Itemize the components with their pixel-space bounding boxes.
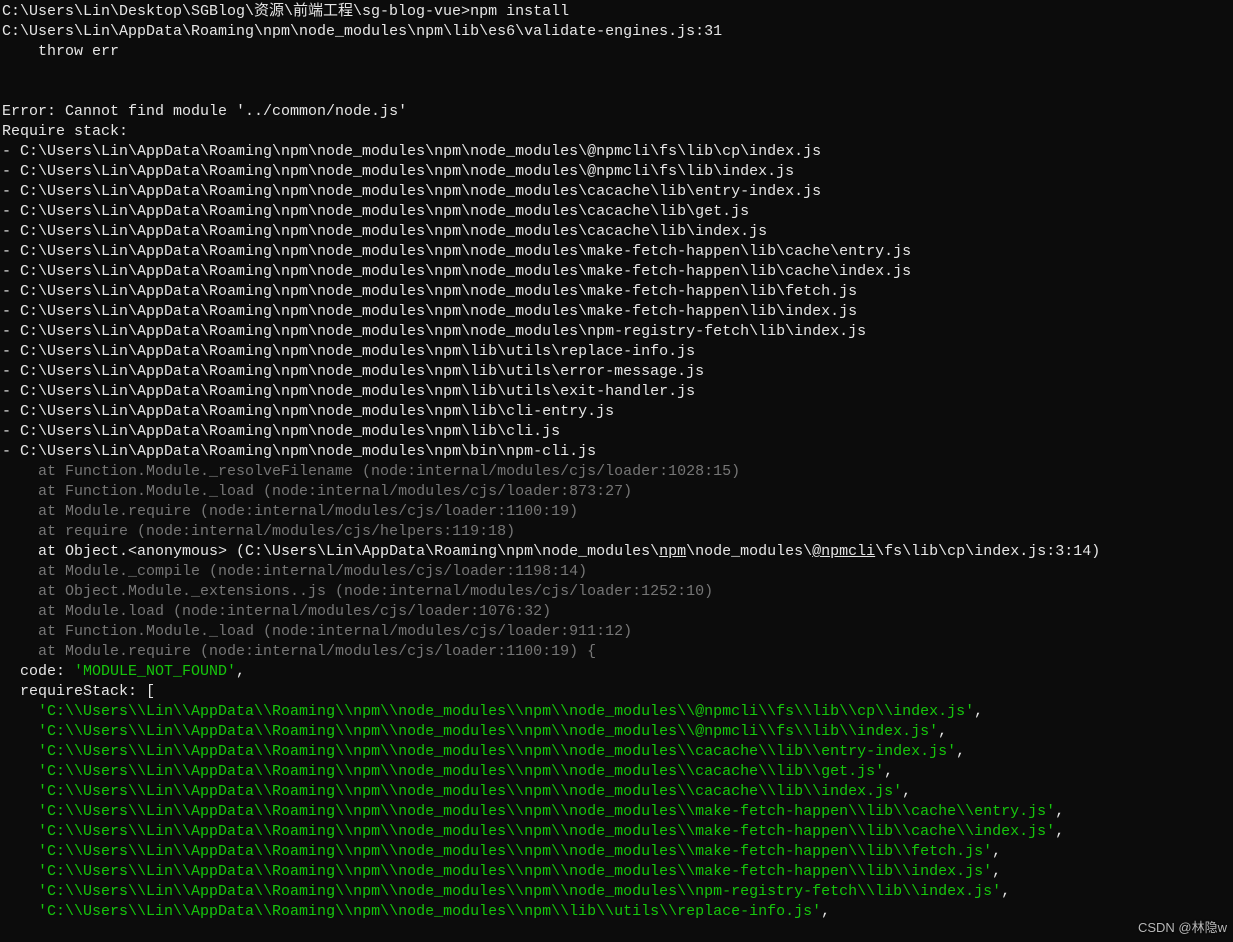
trace-line: at Module.require (node:internal/modules… [2,503,578,520]
require-stack-item: 'C:\\Users\\Lin\\AppData\\Roaming\\npm\\… [2,883,1010,900]
npmcli-link[interactable]: @npmcli [812,543,875,560]
stack-file: - C:\Users\Lin\AppData\Roaming\npm\node_… [2,223,767,240]
stack-file: - C:\Users\Lin\AppData\Roaming\npm\node_… [2,303,857,320]
require-stack-item: 'C:\\Users\\Lin\\AppData\\Roaming\\npm\\… [2,763,893,780]
trace-anonymous-line: at Object.<anonymous> (C:\Users\Lin\AppD… [2,543,1100,560]
prompt-line: C:\Users\Lin\Desktop\SGBlog\资源\前端工程\sg-b… [2,3,569,20]
require-stack-item: 'C:\\Users\\Lin\\AppData\\Roaming\\npm\\… [2,863,1001,880]
require-stack-header: Require stack: [2,123,128,140]
stack-file: - C:\Users\Lin\AppData\Roaming\npm\node_… [2,283,857,300]
trace-line: at Object.Module._extensions..js (node:i… [2,583,713,600]
require-stack-item: 'C:\\Users\\Lin\\AppData\\Roaming\\npm\\… [2,783,911,800]
code-line: code: 'MODULE_NOT_FOUND', [2,663,245,680]
stack-file: - C:\Users\Lin\AppData\Roaming\npm\node_… [2,143,821,160]
throw-line: throw err [2,43,119,60]
trace-line: at Function.Module._load (node:internal/… [2,483,632,500]
trace-line: at require (node:internal/modules/cjs/he… [2,523,515,540]
trace-line: at Function.Module._load (node:internal/… [2,623,632,640]
stack-file: - C:\Users\Lin\AppData\Roaming\npm\node_… [2,343,695,360]
engine-path-line: C:\Users\Lin\AppData\Roaming\npm\node_mo… [2,23,722,40]
require-stack-item: 'C:\\Users\\Lin\\AppData\\Roaming\\npm\\… [2,703,983,720]
stack-file: - C:\Users\Lin\AppData\Roaming\npm\node_… [2,263,911,280]
stack-file: - C:\Users\Lin\AppData\Roaming\npm\node_… [2,243,911,260]
require-stack-open: requireStack: [ [2,683,155,700]
stack-file: - C:\Users\Lin\AppData\Roaming\npm\node_… [2,423,560,440]
trace-line: at Module._compile (node:internal/module… [2,563,587,580]
stack-file: - C:\Users\Lin\AppData\Roaming\npm\node_… [2,443,596,460]
stack-file: - C:\Users\Lin\AppData\Roaming\npm\node_… [2,383,695,400]
require-stack-item: 'C:\\Users\\Lin\\AppData\\Roaming\\npm\\… [2,743,965,760]
require-stack-item: 'C:\\Users\\Lin\\AppData\\Roaming\\npm\\… [2,903,830,920]
trace-line: at Function.Module._resolveFilename (nod… [2,463,740,480]
require-stack-item: 'C:\\Users\\Lin\\AppData\\Roaming\\npm\\… [2,823,1064,840]
stack-file: - C:\Users\Lin\AppData\Roaming\npm\node_… [2,163,794,180]
require-stack-item: 'C:\\Users\\Lin\\AppData\\Roaming\\npm\\… [2,803,1064,820]
csdn-watermark: CSDN @林隐w [1138,918,1227,938]
require-stack-item: 'C:\\Users\\Lin\\AppData\\Roaming\\npm\\… [2,723,947,740]
stack-file: - C:\Users\Lin\AppData\Roaming\npm\node_… [2,203,749,220]
trace-line: at Module.require (node:internal/modules… [2,643,596,660]
terminal-output[interactable]: C:\Users\Lin\Desktop\SGBlog\资源\前端工程\sg-b… [0,0,1233,922]
stack-file: - C:\Users\Lin\AppData\Roaming\npm\node_… [2,403,614,420]
npm-link[interactable]: npm [659,543,686,560]
stack-file: - C:\Users\Lin\AppData\Roaming\npm\node_… [2,323,866,340]
error-message: Error: Cannot find module '../common/nod… [2,103,407,120]
stack-file: - C:\Users\Lin\AppData\Roaming\npm\node_… [2,183,821,200]
require-stack-item: 'C:\\Users\\Lin\\AppData\\Roaming\\npm\\… [2,843,1001,860]
stack-file: - C:\Users\Lin\AppData\Roaming\npm\node_… [2,363,704,380]
trace-line: at Module.load (node:internal/modules/cj… [2,603,551,620]
